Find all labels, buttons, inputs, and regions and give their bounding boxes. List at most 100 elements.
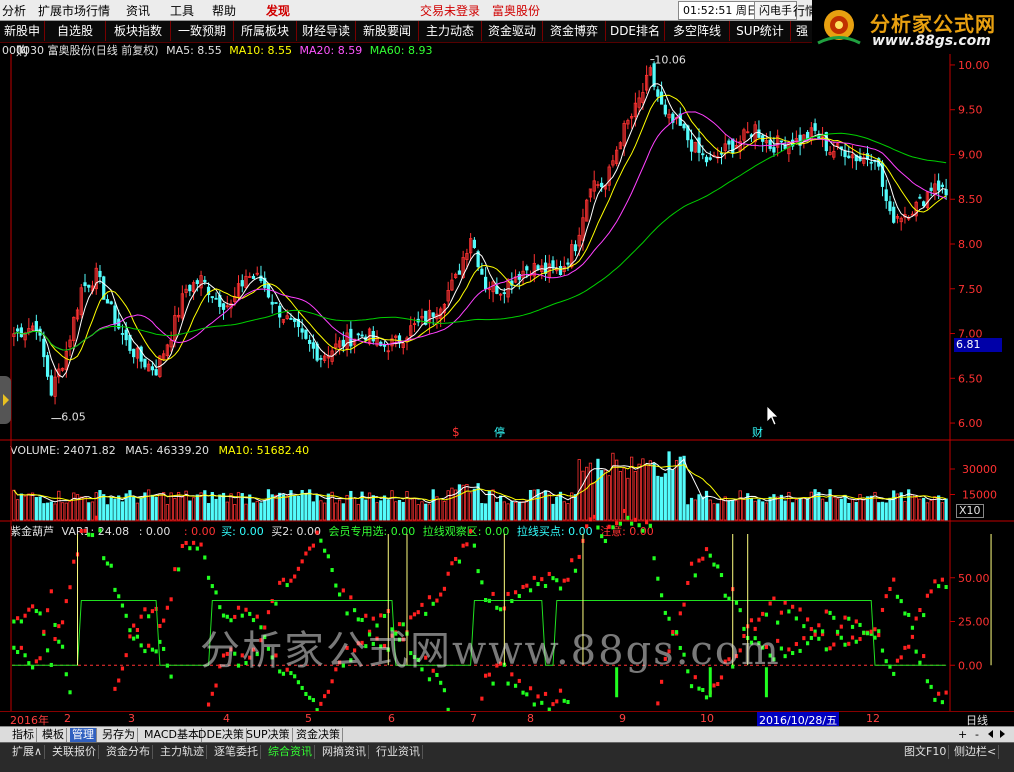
toolbar-bull-bear[interactable]: 多空阵线 [665, 21, 730, 41]
oscillator-lower-dot [566, 700, 570, 705]
tab-general-news[interactable]: 综合资讯 [266, 745, 315, 759]
marker-dollar[interactable]: $ [452, 425, 460, 439]
toolbar-strong[interactable]: 强 [791, 21, 814, 41]
oscillator-upper-dot [528, 588, 533, 593]
zoom-out-button[interactable]: - [975, 728, 979, 741]
oscillator-upper-dot [57, 624, 61, 629]
menu-item-help[interactable]: 帮助 [212, 2, 236, 19]
volume-unit-badge[interactable]: X10 [956, 504, 984, 518]
tab-fund-distribution[interactable]: 资金分布 [104, 745, 153, 759]
toolbar-dde-rank[interactable]: DDE排名 [606, 21, 665, 41]
menu-item-extended-market[interactable]: 扩展市场行情 [38, 2, 110, 19]
candle-body [124, 329, 128, 341]
tab-macd[interactable]: MACD基本 [142, 728, 202, 742]
scroll-left-icon[interactable] [988, 730, 993, 738]
tab-fund-decision[interactable]: 资金决策 [294, 728, 343, 742]
menu-item-analysis[interactable]: 分析 [2, 2, 26, 19]
login-status[interactable]: 交易未登录 [420, 2, 480, 19]
tab-industry-news[interactable]: 行业资讯 [374, 745, 423, 759]
price-tick-label: 6.00 [958, 417, 983, 430]
oscillator-lower-dot [865, 631, 870, 636]
oscillator-upper-dot [304, 691, 308, 696]
clock: 01:52:51 周日 [678, 1, 763, 20]
volume-bar [940, 502, 945, 521]
zoom-in-button[interactable]: + [958, 728, 967, 741]
tab-indicator[interactable]: 指标 [10, 728, 37, 742]
tab-order-detail[interactable]: 逐笔委托 [212, 745, 261, 759]
candle-body [922, 201, 926, 207]
toolbar-consensus[interactable]: 一致预期 [171, 21, 234, 41]
toolbar-main-force[interactable]: 主力动态 [419, 21, 482, 41]
volume-bar [847, 502, 851, 521]
stock-name-link[interactable]: 富奥股份 [492, 2, 540, 19]
oscillator-lower-dot [308, 546, 312, 551]
tab-dde[interactable]: DDE决策 [196, 728, 247, 742]
menu-item-discover[interactable]: 发现 [266, 2, 290, 19]
volume-bar [30, 492, 35, 521]
volume-bar [648, 460, 652, 521]
toolbar-fund-game[interactable]: 资金博弈 [543, 21, 606, 41]
scroll-right-icon[interactable] [1000, 730, 1005, 738]
toolbar-finance-guide[interactable]: 财经导读 [297, 21, 356, 41]
f10-button[interactable]: 图文F10 [902, 745, 950, 759]
candle-body [311, 342, 316, 349]
oscillator-lower-dot [60, 644, 65, 649]
menu-item-news[interactable]: 资讯 [126, 2, 150, 19]
toolbar-watchlist[interactable]: 自选股 [45, 21, 106, 41]
tab-digest-news[interactable]: 网摘资讯 [320, 745, 369, 759]
oscillator-upper-dot [615, 521, 619, 526]
toolbar-sup-stats[interactable]: SUP统计 [730, 21, 791, 41]
volume-bar [686, 504, 690, 521]
oscillator-upper-dot [439, 592, 443, 597]
toolbar-ipo-news[interactable]: 新股要闻 [356, 21, 419, 41]
tab-related-quote[interactable]: 关联报价 [50, 745, 99, 759]
tab-main-track[interactable]: 主力轨迹 [158, 745, 207, 759]
oscillator-lower-dot [558, 688, 563, 693]
volume-bar [510, 501, 514, 521]
candlestick [929, 182, 933, 197]
volume-bar [191, 497, 196, 521]
tab-template[interactable]: 模板 [40, 728, 67, 742]
candle-body [214, 297, 218, 300]
candlestick [899, 216, 903, 231]
oscillator-upper-dot [907, 644, 911, 649]
oscillator-lower-dot [656, 701, 660, 706]
menu-item-tools[interactable]: 工具 [170, 2, 194, 19]
sidebar-toggle[interactable]: 侧边栏< [952, 745, 1000, 759]
marker-finance[interactable]: 财 [752, 425, 763, 439]
oscillator-upper-dot [648, 523, 652, 528]
oscillator-lower-dot [689, 561, 694, 566]
oscillator-upper-dot [937, 584, 941, 589]
volume-bar [495, 501, 499, 521]
candlestick [446, 281, 450, 307]
flash-trade-button[interactable]: 闪电手 [754, 1, 797, 20]
toolbar-ipo[interactable]: 新股申购 [0, 21, 45, 58]
volume-bar [862, 498, 866, 521]
price-tick-label: 10.00 [958, 59, 990, 72]
oscillator-lower-dot [532, 702, 536, 707]
volume-bar [409, 497, 413, 521]
kline-chart[interactable]: 10.009.509.008.508.007.507.006.506.00300… [0, 54, 1014, 711]
oscillator-upper-dot [147, 643, 151, 648]
volume-bar [483, 503, 488, 521]
volume-bar [716, 503, 720, 521]
volume-bar [832, 496, 836, 521]
left-panel-toggle[interactable] [0, 376, 11, 424]
candlestick [439, 306, 443, 328]
candlestick [918, 194, 922, 200]
candlestick [420, 308, 424, 326]
tab-manage[interactable]: 管理 [70, 728, 97, 742]
marker-suspend[interactable]: 停 [494, 425, 505, 439]
toolbar-sector-index[interactable]: 板块指数 [106, 21, 171, 41]
volume-bar [173, 498, 177, 521]
tab-extend[interactable]: 扩展∧ [10, 745, 46, 759]
toolbar-fund-drive[interactable]: 资金驱动 [482, 21, 543, 41]
candle-body [251, 275, 256, 279]
oscillator-upper-dot [588, 517, 593, 522]
oscillator-upper-dot [850, 635, 855, 640]
toolbar-sector[interactable]: 所属板块 [234, 21, 297, 41]
candlestick [386, 344, 390, 360]
tab-save-as[interactable]: 另存为 [100, 728, 138, 742]
candlestick [120, 324, 125, 345]
tab-sup[interactable]: SUP决策 [244, 728, 293, 742]
